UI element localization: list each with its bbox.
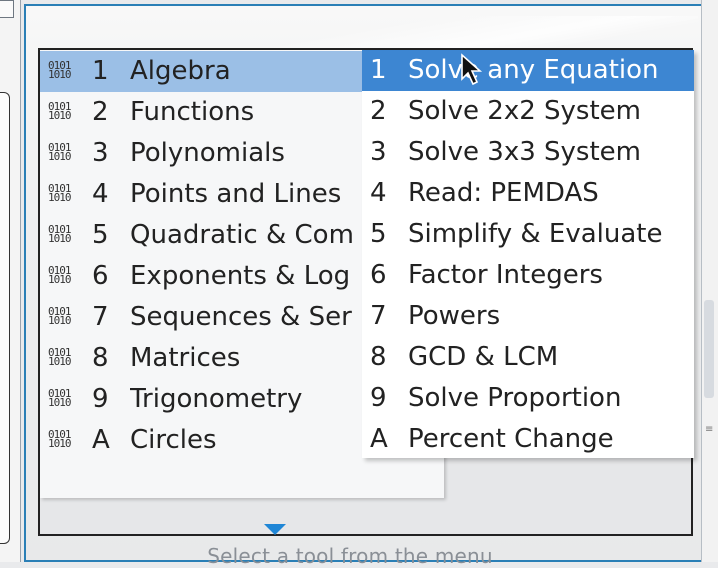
category-label: Quadratic & Com: [130, 220, 354, 250]
category-label: Matrices: [130, 343, 241, 373]
category-label: Circles: [130, 425, 217, 455]
left-frame: [0, 92, 10, 544]
category-number: 7: [92, 302, 109, 332]
submenu-label: Factor Integers: [408, 260, 603, 290]
submenu-number: 3: [370, 137, 387, 167]
submenu-number: 1: [370, 55, 387, 85]
program-icon: 0101 1010: [48, 141, 72, 163]
program-icon: 0101 1010: [48, 428, 72, 450]
submenu-number: 4: [370, 178, 387, 208]
mouse-pointer-icon: [461, 53, 483, 86]
hint-text: Select a tool from the menu: [207, 544, 493, 568]
program-icon: 0101 1010: [48, 100, 72, 122]
program-icon: 0101 1010: [48, 264, 72, 286]
submenu-label: Solve Proportion: [408, 383, 622, 413]
submenu-label: Read: PEMDAS: [408, 178, 599, 208]
category-number: 5: [92, 220, 109, 250]
category-label: Algebra: [130, 56, 231, 86]
submenu-item[interactable]: 5 Simplify & Evaluate: [362, 214, 694, 255]
left-tab[interactable]: [0, 0, 14, 18]
category-number: 9: [92, 384, 109, 414]
category-number: 1: [92, 56, 109, 86]
category-number: 4: [92, 179, 109, 209]
chevron-down-icon[interactable]: [264, 524, 286, 535]
right-window-edge: ≡: [701, 0, 718, 562]
submenu-item[interactable]: 9 Solve Proportion: [362, 378, 694, 419]
submenu-item[interactable]: A Percent Change: [362, 419, 694, 460]
submenu-item[interactable]: 3 Solve 3x3 System: [362, 132, 694, 173]
submenu-label: Solve 3x3 System: [408, 137, 641, 167]
resize-grip-icon[interactable]: ≡: [705, 424, 713, 435]
submenu-number: 2: [370, 96, 387, 126]
program-icon: 0101 1010: [48, 387, 72, 409]
submenu-item[interactable]: 4 Read: PEMDAS: [362, 173, 694, 214]
category-number: 3: [92, 138, 109, 168]
algebra-submenu: 1 Solve any Equation 2 Solve 2x2 System 3 Sol…: [362, 50, 694, 458]
program-icon: 0101 1010: [48, 305, 72, 327]
category-label: Polynomials: [130, 138, 285, 168]
category-label: Functions: [130, 97, 255, 127]
submenu-item[interactable]: 2 Solve 2x2 System: [362, 91, 694, 132]
submenu-number: 5: [370, 219, 387, 249]
category-label: Exponents & Log: [130, 261, 351, 291]
category-label: Points and Lines: [130, 179, 342, 209]
submenu-item[interactable]: 7 Powers: [362, 296, 694, 337]
submenu-label: Solve any Equation: [408, 55, 659, 85]
category-number: A: [92, 425, 110, 455]
submenu-item[interactable]: 6 Factor Integers: [362, 255, 694, 296]
category-label: Trigonometry: [130, 384, 303, 414]
submenu-number: 9: [370, 383, 387, 413]
left-window-edge: [0, 0, 21, 562]
submenu-label: Percent Change: [408, 424, 614, 454]
category-number: 2: [92, 97, 109, 127]
category-number: 6: [92, 261, 109, 291]
submenu-number: 8: [370, 342, 387, 372]
submenu-label: Simplify & Evaluate: [408, 219, 663, 249]
submenu-label: Powers: [408, 301, 501, 331]
submenu-item[interactable]: 8 GCD & LCM: [362, 337, 694, 378]
program-icon: 0101 1010: [48, 182, 72, 204]
category-label: Sequences & Ser: [130, 302, 352, 332]
submenu-item[interactable]: 1 Solve any Equation: [362, 50, 694, 91]
submenu-number: 7: [370, 301, 387, 331]
submenu-label: GCD & LCM: [408, 342, 559, 372]
right-scrollbar[interactable]: [704, 300, 714, 398]
submenu-number: A: [370, 424, 388, 454]
submenu-number: 6: [370, 260, 387, 290]
program-icon: 0101 1010: [48, 223, 72, 245]
program-icon: 0101 1010: [48, 59, 72, 81]
submenu-label: Solve 2x2 System: [408, 96, 641, 126]
category-number: 8: [92, 343, 109, 373]
program-icon: 0101 1010: [48, 346, 72, 368]
